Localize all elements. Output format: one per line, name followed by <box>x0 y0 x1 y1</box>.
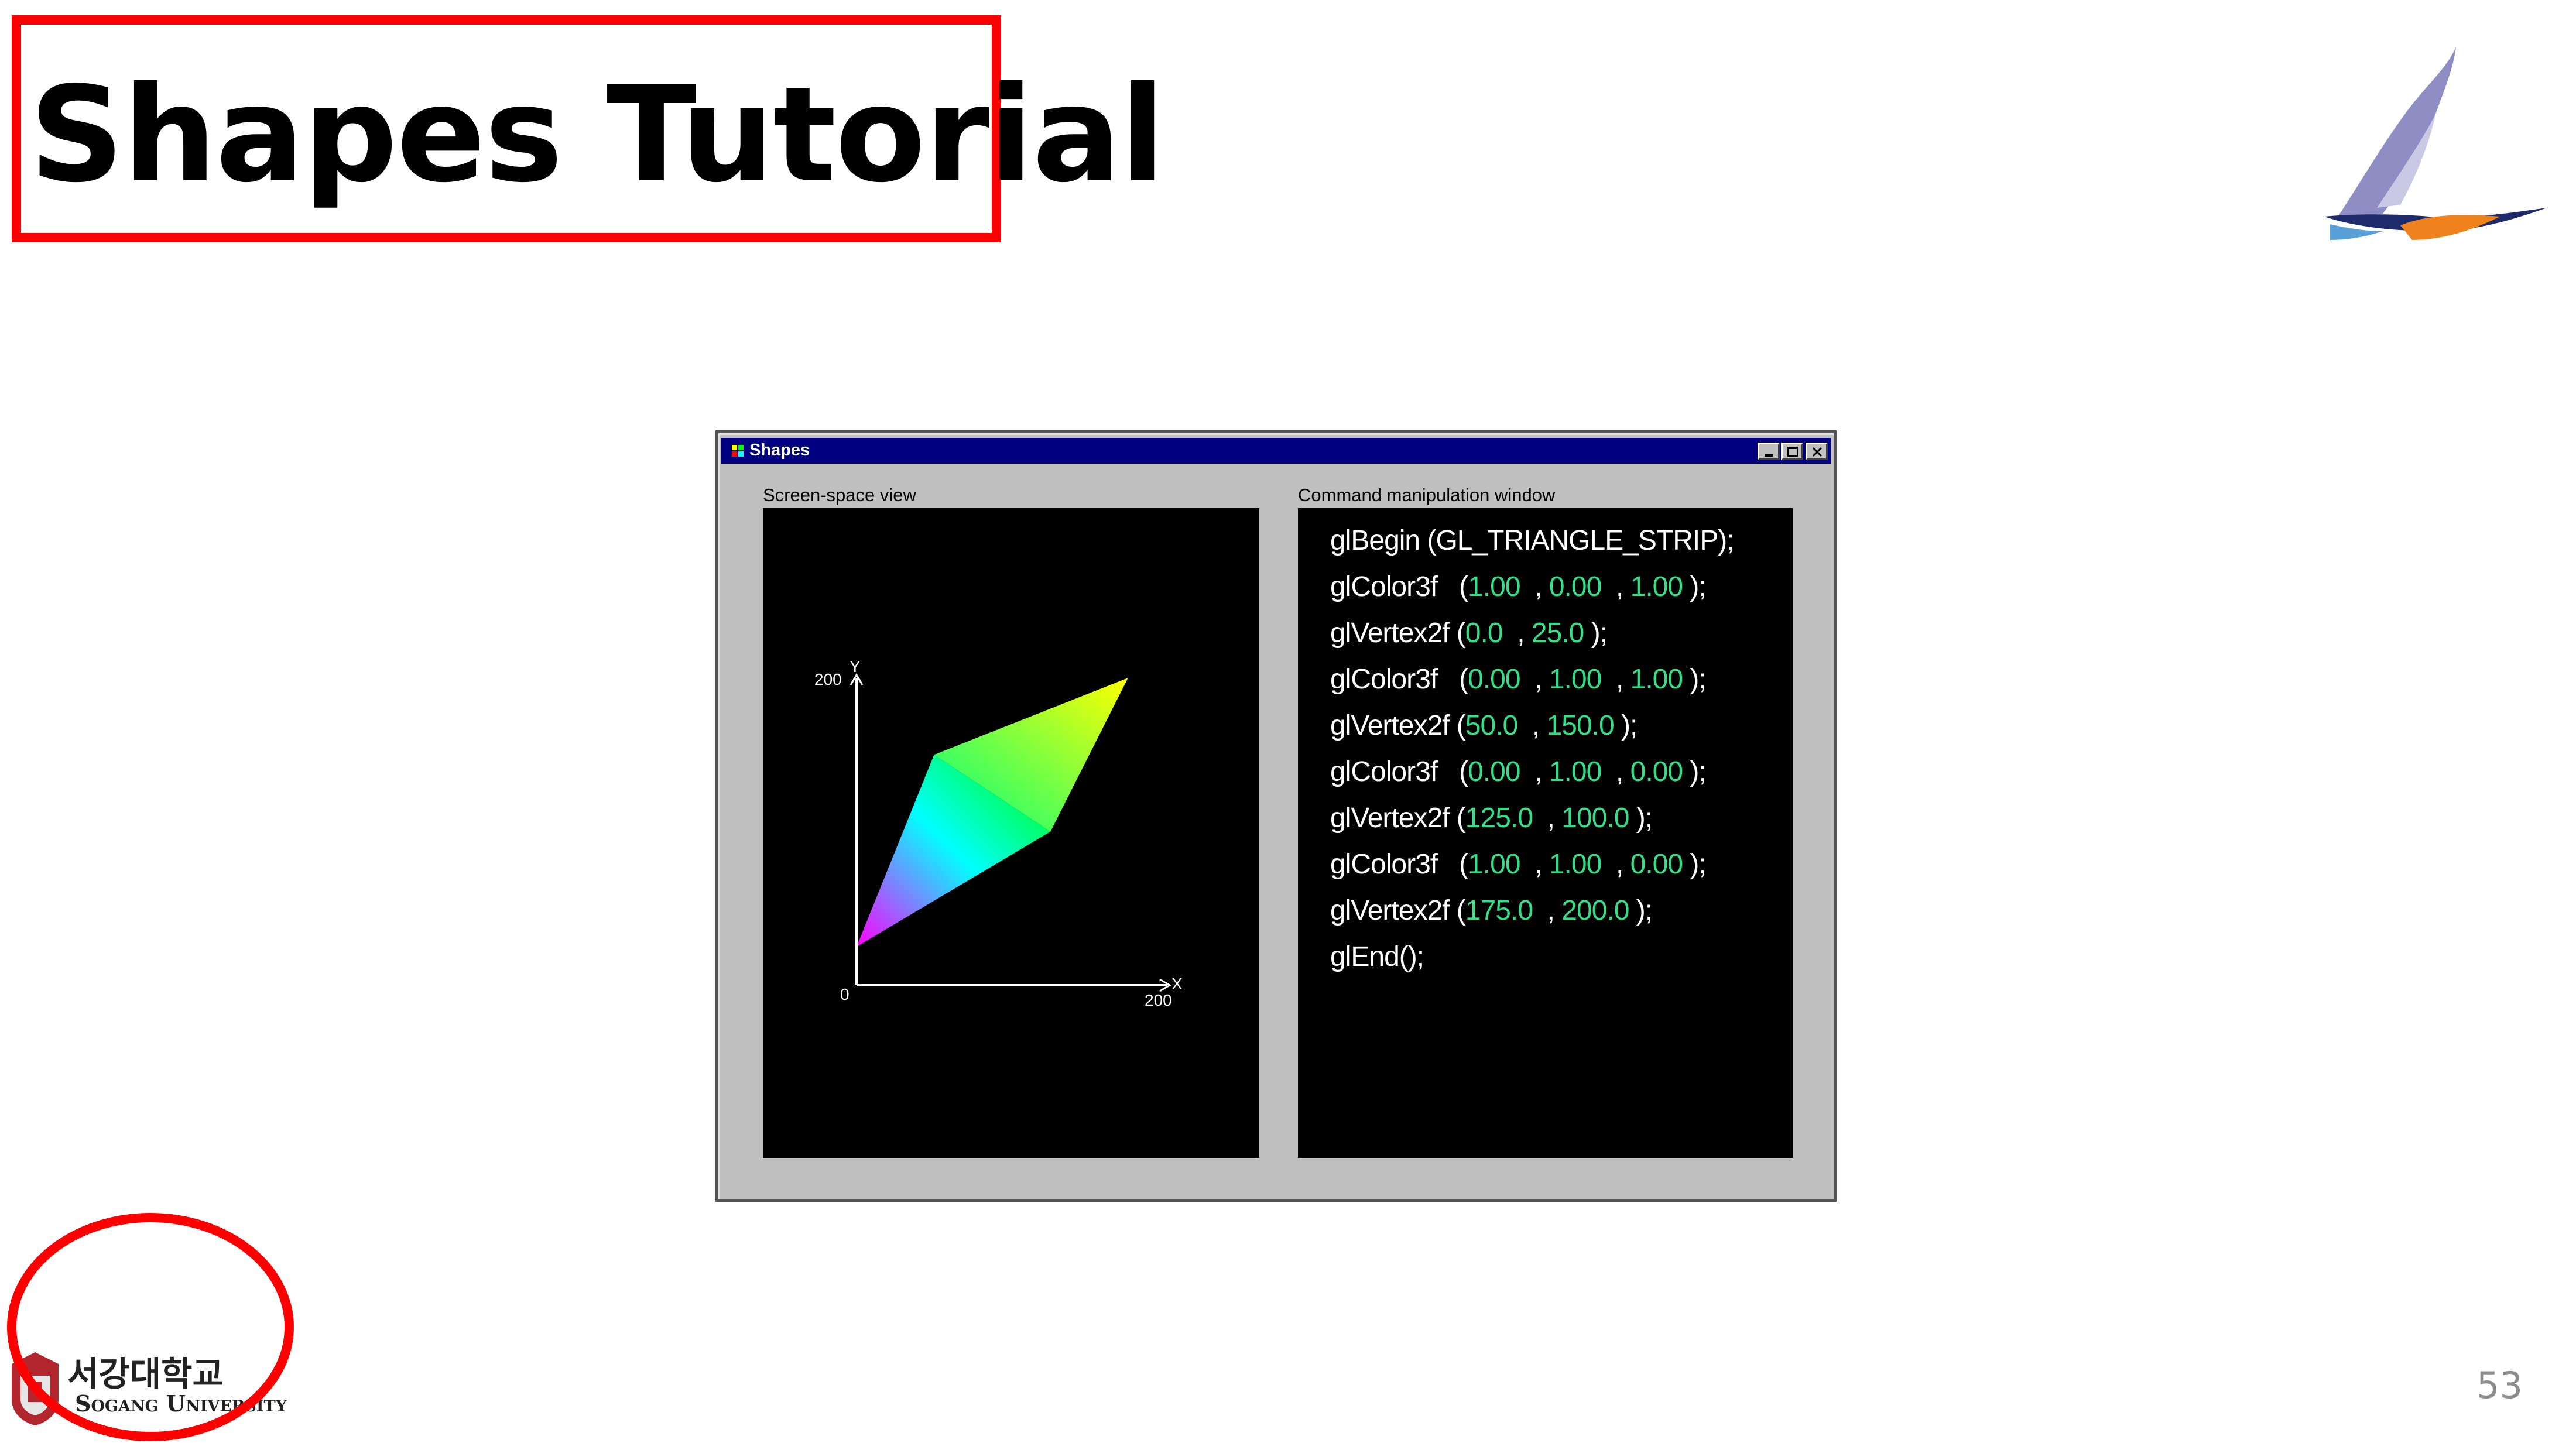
code-function: glEnd(); <box>1330 941 1424 972</box>
y-axis-label: Y <box>849 657 861 676</box>
code-comma: , <box>1520 571 1549 602</box>
screen-space-view[interactable]: Y 200 X 200 0 <box>763 508 1259 1158</box>
code-comma: , <box>1601 849 1630 880</box>
code-comma: , <box>1502 618 1532 649</box>
code-open-paren: ( <box>1449 710 1466 741</box>
code-comma: , <box>1601 664 1630 695</box>
code-comma: , <box>1520 664 1549 695</box>
code-close-paren: ); <box>1683 849 1706 880</box>
slide-title: Shapes Tutorial <box>29 59 1165 212</box>
code-line[interactable]: glColor3f (1.00 , 0.00 , 1.00 ); <box>1330 571 1707 603</box>
code-argument-value[interactable]: 150.0 <box>1547 710 1615 741</box>
code-open-paren: ( <box>1449 895 1466 926</box>
code-argument-value[interactable]: 1.00 <box>1468 571 1520 602</box>
code-argument-value[interactable]: 25.0 <box>1532 618 1584 649</box>
code-open-paren: ( <box>1449 618 1466 649</box>
code-line[interactable]: glColor3f (0.00 , 1.00 , 1.00 ); <box>1330 663 1707 695</box>
code-comma: , <box>1520 849 1549 880</box>
window-title: Shapes <box>749 441 810 460</box>
minimize-icon <box>1765 454 1773 457</box>
code-open-paren: ( <box>1437 756 1468 787</box>
code-open-paren: ( <box>1420 525 1436 556</box>
code-argument-value[interactable]: 1.00 <box>1549 849 1602 880</box>
code-line[interactable]: glColor3f (1.00 , 1.00 , 0.00 ); <box>1330 848 1707 880</box>
code-function: glVertex2f <box>1330 803 1450 834</box>
code-comma: , <box>1532 803 1562 834</box>
code-line[interactable]: glVertex2f (125.0 , 100.0 ); <box>1330 802 1653 834</box>
code-function: glColor3f <box>1330 756 1438 787</box>
code-argument-value[interactable]: 1.00 <box>1549 664 1602 695</box>
maximize-icon <box>1787 447 1798 457</box>
app-icon <box>732 445 744 457</box>
code-close-paren: ); <box>1584 618 1608 649</box>
code-comma: , <box>1601 571 1630 602</box>
code-argument-value[interactable]: 0.00 <box>1468 664 1520 695</box>
code-argument-value[interactable]: 1.00 <box>1549 756 1602 787</box>
code-argument-value[interactable]: 0.00 <box>1630 756 1683 787</box>
close-button[interactable] <box>1806 443 1828 460</box>
code-function: glVertex2f <box>1330 895 1450 926</box>
code-function: glVertex2f <box>1330 710 1450 741</box>
code-line[interactable]: glEnd(); <box>1330 941 1424 973</box>
x-axis-max-label: 200 <box>1145 991 1172 1009</box>
screen-space-label: Screen-space view <box>763 485 916 505</box>
command-window-label: Command manipulation window <box>1298 485 1556 505</box>
code-argument-value[interactable]: 1.00 <box>1468 849 1520 880</box>
code-comma: , <box>1532 895 1562 926</box>
code-argument-value[interactable]: 0.00 <box>1630 849 1683 880</box>
shape-plot: Y 200 X 200 0 <box>814 657 1183 1009</box>
code-argument-value[interactable]: 0.0 <box>1465 618 1503 649</box>
code-function: glColor3f <box>1330 571 1438 602</box>
code-function: glColor3f <box>1330 849 1438 880</box>
code-function: glVertex2f <box>1330 618 1450 649</box>
code-close-paren: ); <box>1683 664 1706 695</box>
y-axis-max-label: 200 <box>814 670 842 688</box>
code-argument-value[interactable]: 100.0 <box>1561 803 1629 834</box>
code-comma: , <box>1601 756 1630 787</box>
origin-label: 0 <box>840 985 849 1003</box>
code-argument-value[interactable]: 1.00 <box>1630 664 1683 695</box>
close-icon <box>1812 447 1823 457</box>
code-argument-constant: GL_TRIANGLE_STRIP <box>1436 525 1718 556</box>
code-close-paren: ); <box>1683 571 1706 602</box>
code-open-paren: ( <box>1449 803 1466 834</box>
code-open-paren: ( <box>1437 664 1468 695</box>
code-argument-value[interactable]: 200.0 <box>1561 895 1629 926</box>
command-manipulation-window[interactable]: glBegin (GL_TRIANGLE_STRIP); glColor3f (1… <box>1298 508 1793 1158</box>
bird-logo-icon <box>2324 47 2547 240</box>
code-line[interactable]: glBegin (GL_TRIANGLE_STRIP); <box>1330 525 1735 557</box>
code-close-paren: ); <box>1718 525 1734 556</box>
code-argument-value[interactable]: 175.0 <box>1465 895 1533 926</box>
code-line[interactable]: glVertex2f (50.0 , 150.0 ); <box>1330 709 1638 742</box>
code-argument-value[interactable]: 0.00 <box>1468 756 1520 787</box>
code-close-paren: ); <box>1629 803 1653 834</box>
code-line[interactable]: glColor3f (0.00 , 1.00 , 0.00 ); <box>1330 756 1707 788</box>
code-close-paren: ); <box>1683 756 1706 787</box>
code-argument-value[interactable]: 50.0 <box>1465 710 1518 741</box>
code-argument-value[interactable]: 1.00 <box>1630 571 1683 602</box>
code-function: glBegin <box>1330 525 1420 556</box>
code-open-paren: ( <box>1437 849 1468 880</box>
code-close-paren: ); <box>1629 895 1653 926</box>
minimize-button[interactable] <box>1758 443 1780 460</box>
page-number: 53 <box>2476 1364 2523 1407</box>
code-function: glColor3f <box>1330 664 1438 695</box>
highlight-circle <box>7 1213 294 1441</box>
code-close-paren: ); <box>1614 710 1638 741</box>
code-open-paren: ( <box>1437 571 1468 602</box>
shapes-window: Shapes Screen-space view Command manipul… <box>715 430 1837 1202</box>
code-comma: , <box>1520 756 1549 787</box>
x-axis-label: X <box>1171 975 1183 993</box>
code-line[interactable]: glVertex2f (0.0 , 25.0 ); <box>1330 617 1608 649</box>
maximize-button[interactable] <box>1781 443 1803 460</box>
window-titlebar[interactable]: Shapes <box>721 438 1831 464</box>
code-line[interactable]: glVertex2f (175.0 , 200.0 ); <box>1330 894 1653 927</box>
code-argument-value[interactable]: 0.00 <box>1549 571 1602 602</box>
code-argument-value[interactable]: 125.0 <box>1465 803 1533 834</box>
code-comma: , <box>1517 710 1547 741</box>
